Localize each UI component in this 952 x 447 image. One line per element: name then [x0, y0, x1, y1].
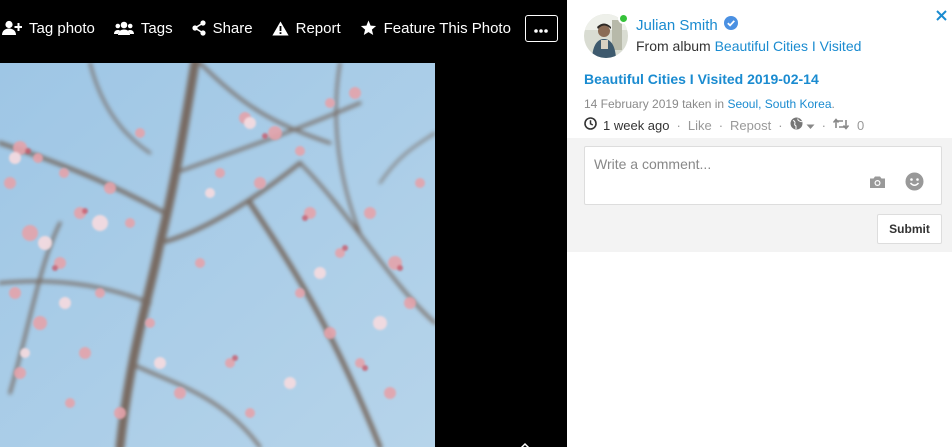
- comment-section: Submit: [567, 138, 952, 252]
- users-icon: [113, 21, 134, 36]
- tag-photo-label: Tag photo: [29, 19, 95, 37]
- separator-dot: ·: [821, 117, 826, 133]
- tag-photo-button[interactable]: Tag photo: [2, 14, 95, 42]
- globe-icon: [790, 117, 803, 133]
- repost-button[interactable]: Repost: [730, 118, 771, 133]
- like-button[interactable]: Like: [688, 118, 712, 133]
- user-name-link[interactable]: Julian Smith: [636, 16, 738, 34]
- tags-button[interactable]: Tags: [113, 14, 173, 42]
- location-suffix: .: [831, 97, 835, 111]
- photo-title-link[interactable]: Beautiful Cities I Visited 2019-02-14: [584, 71, 819, 87]
- share-icon: [191, 20, 206, 36]
- online-status-dot: [618, 13, 629, 24]
- photo-toolbar: Tag photo Tags Share Report Feature This…: [0, 0, 567, 56]
- close-icon[interactable]: [936, 8, 947, 26]
- star-icon: [360, 20, 377, 36]
- verified-badge-icon: [723, 16, 738, 34]
- more-options-button[interactable]: [524, 14, 558, 42]
- separator-dot: ·: [676, 117, 681, 133]
- album-source: From album Beautiful Cities I Visited: [636, 38, 861, 54]
- warning-icon: [272, 21, 289, 36]
- photo-meta: 14 February 2019 taken in Seoul, South K…: [584, 97, 835, 111]
- time-ago: 1 week ago: [603, 117, 670, 133]
- photo-image: [0, 63, 435, 447]
- retweet-icon: [832, 117, 850, 133]
- share-label: Share: [212, 19, 253, 37]
- report-label: Report: [295, 19, 341, 37]
- tags-label: Tags: [140, 19, 173, 37]
- caret-down-icon: [806, 118, 815, 133]
- chevron-up-icon[interactable]: [519, 437, 531, 447]
- user-name: Julian Smith: [636, 16, 718, 34]
- feed-actions: 1 week ago · Like · Repost · · 0: [584, 117, 864, 133]
- feature-photo-label: Feature This Photo: [383, 19, 511, 37]
- photo-viewer: Tag photo Tags Share Report Feature This…: [0, 0, 567, 447]
- comment-input[interactable]: [585, 147, 855, 187]
- separator-dot: ·: [718, 117, 724, 133]
- photo-detail-panel: Julian Smith From album Beautiful Cities…: [567, 0, 952, 447]
- taken-date: 14 February 2019 taken in: [584, 97, 725, 111]
- separator-dot: ·: [778, 117, 783, 133]
- avatar[interactable]: [584, 13, 629, 58]
- ellipsis-icon: [534, 20, 549, 37]
- share-button[interactable]: Share: [191, 14, 253, 42]
- emoji-icon[interactable]: [905, 172, 924, 196]
- privacy-dropdown[interactable]: [790, 117, 815, 133]
- repost-count-value: 0: [856, 117, 865, 133]
- report-button[interactable]: Report: [272, 14, 341, 42]
- from-album-prefix: From album: [636, 38, 711, 54]
- feature-photo-button[interactable]: Feature This Photo: [360, 14, 511, 42]
- location-link[interactable]: Seoul, South Korea: [727, 97, 831, 111]
- user-plus-icon: [2, 20, 22, 36]
- album-link[interactable]: Beautiful Cities I Visited: [715, 38, 862, 54]
- repost-count[interactable]: 0: [832, 117, 865, 133]
- comment-box: [584, 146, 942, 205]
- submit-comment-button[interactable]: Submit: [877, 214, 942, 244]
- clock-icon: [584, 117, 597, 133]
- camera-icon[interactable]: [869, 175, 886, 194]
